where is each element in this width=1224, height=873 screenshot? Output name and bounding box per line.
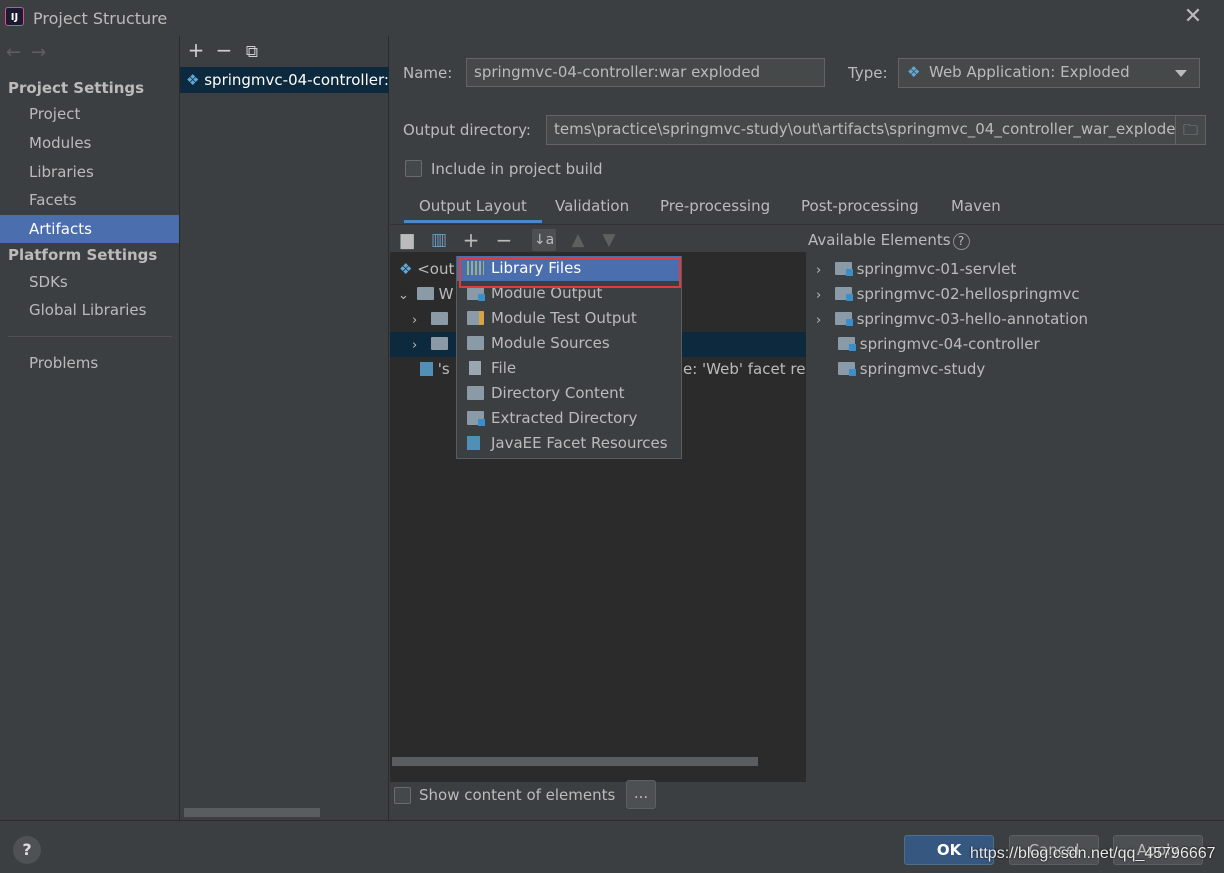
menu-item-extracted-directory[interactable]: Extracted Directory — [457, 406, 681, 431]
nav-item-modules[interactable]: Modules — [0, 129, 179, 157]
menu-item-file[interactable]: File — [457, 356, 681, 381]
module-folder-icon — [838, 337, 856, 351]
help-circle-icon[interactable]: ? — [952, 233, 970, 250]
add-copy-of-icon[interactable]: + — [459, 229, 483, 251]
module-test-output-icon — [467, 311, 484, 325]
tab-pre-processing[interactable]: Pre-processing — [660, 197, 770, 223]
copy-artifact-icon[interactable]: ⧉ — [238, 42, 266, 62]
module-folder-icon — [834, 312, 853, 326]
tab-output-layout[interactable]: Output Layout — [404, 197, 542, 223]
module-folder-icon — [838, 362, 856, 376]
chevron-right-icon: › — [412, 338, 418, 353]
nav-item-artifacts[interactable]: Artifacts — [0, 215, 179, 243]
available-elements-label: Available Elements? — [808, 231, 970, 250]
tab-maven[interactable]: Maven — [951, 197, 1001, 223]
available-item[interactable]: › springmvc-01-servlet — [808, 257, 1016, 282]
artifact-type-select[interactable]: ❖ Web Application: Exploded — [898, 58, 1200, 88]
tab-post-processing[interactable]: Post-processing — [801, 197, 919, 223]
available-item[interactable]: springmvc-study — [808, 357, 985, 382]
module-output-icon — [467, 286, 485, 301]
module-sources-icon — [467, 336, 484, 350]
folder-icon — [416, 287, 434, 300]
available-item[interactable]: springmvc-04-controller — [808, 332, 1040, 357]
file-icon — [469, 361, 481, 375]
javaee-facet-icon — [467, 436, 480, 450]
show-content-checkbox[interactable] — [394, 787, 411, 804]
forward-arrow-icon[interactable]: → — [31, 42, 56, 63]
menu-item-module-test-output[interactable]: Module Test Output — [457, 306, 681, 331]
move-up-icon[interactable]: ▲ — [566, 229, 590, 251]
sort-alphabetically-icon[interactable]: ↓a — [532, 229, 556, 251]
extracted-directory-icon — [467, 411, 485, 426]
nav-history: ←→ — [6, 42, 56, 63]
include-in-build-checkbox[interactable] — [405, 160, 422, 177]
artifacts-list-scrollbar[interactable] — [184, 808, 320, 817]
help-button[interactable]: ? — [13, 836, 41, 864]
remove-artifact-icon[interactable]: − — [210, 38, 238, 62]
artifact-type-value: Web Application: Exploded — [929, 63, 1130, 81]
chevron-right-icon: › — [412, 313, 418, 328]
artifact-list-item-label: springmvc-04-controller:war exploded — [204, 71, 389, 89]
layout-horizontal-scrollbar[interactable] — [392, 757, 758, 766]
back-arrow-icon[interactable]: ← — [6, 42, 31, 63]
output-dir-field[interactable]: tems\practice\springmvc-study\out\artifa… — [546, 115, 1176, 145]
title-bar — [0, 0, 1224, 36]
chevron-right-icon: › — [816, 313, 822, 328]
create-archive-icon[interactable]: ▥ — [427, 229, 451, 251]
module-folder-icon — [834, 287, 853, 301]
platform-settings-header: Platform Settings — [8, 246, 158, 264]
highlight-annotation-box — [459, 257, 681, 288]
artifact-list-item[interactable]: ❖ springmvc-04-controller:war exploded — [180, 67, 389, 93]
show-content-label: Show content of elements — [419, 786, 616, 804]
facet-resources-icon — [420, 362, 433, 376]
nav-item-problems[interactable]: Problems — [0, 349, 179, 377]
nav-item-global-libraries[interactable]: Global Libraries — [0, 296, 179, 324]
menu-item-javaee-facet-resources[interactable]: JavaEE Facet Resources — [457, 431, 681, 456]
available-item[interactable]: › springmvc-03-hello-annotation — [808, 307, 1088, 332]
tabs-divider — [390, 224, 1224, 225]
chevron-right-icon: › — [816, 263, 822, 278]
available-item[interactable]: › springmvc-02-hellospringmvc — [808, 282, 1080, 307]
folder-icon — [430, 337, 448, 350]
web-artifact-icon: ❖ — [186, 71, 200, 89]
intellij-logo-icon: IJ — [5, 7, 24, 26]
tree-row-web-inf[interactable]: ⌄ W — [390, 282, 453, 307]
menu-item-directory-content[interactable]: Directory Content — [457, 381, 681, 406]
type-label: Type: — [848, 64, 888, 82]
web-app-type-icon: ❖ — [907, 63, 921, 81]
remove-element-icon[interactable]: − — [492, 229, 516, 251]
tree-row-output-root[interactable]: ❖ <out — [390, 257, 454, 282]
browse-folder-icon[interactable]: 🗀 — [1176, 115, 1206, 145]
nav-item-sdks[interactable]: SDKs — [0, 268, 179, 296]
output-root-icon: ❖ — [399, 260, 413, 278]
window-title: Project Structure — [33, 9, 168, 28]
module-folder-icon — [834, 262, 853, 276]
include-in-build-label: Include in project build — [431, 160, 603, 178]
close-icon[interactable]: ✕ — [1182, 5, 1204, 29]
project-settings-header: Project Settings — [8, 79, 145, 97]
move-down-icon[interactable]: ▼ — [597, 229, 621, 251]
menu-item-module-sources[interactable]: Module Sources — [457, 331, 681, 356]
nav-item-project[interactable]: Project — [0, 100, 179, 128]
new-directory-icon[interactable]: ▆ — [395, 229, 419, 251]
artifacts-toolbar: + − ⧉ — [182, 38, 266, 62]
folder-icon — [430, 312, 448, 325]
add-artifact-icon[interactable]: + — [182, 38, 210, 62]
directory-content-icon — [467, 386, 484, 400]
nav-item-facets[interactable]: Facets — [0, 186, 179, 214]
chevron-right-icon: › — [816, 288, 822, 303]
nav-divider — [8, 336, 172, 337]
more-options-button[interactable]: ... — [626, 780, 656, 809]
output-dir-label: Output directory: — [403, 121, 531, 139]
tree-row-child-1[interactable]: › — [390, 307, 448, 332]
nav-item-libraries[interactable]: Libraries — [0, 158, 179, 186]
chevron-down-icon — [1175, 70, 1187, 77]
tab-validation[interactable]: Validation — [555, 197, 629, 223]
artifacts-list-panel — [180, 36, 389, 820]
chevron-down-icon: ⌄ — [398, 288, 409, 303]
artifact-name-field[interactable]: springmvc-04-controller:war exploded — [466, 58, 825, 87]
name-label: Name: — [403, 64, 453, 82]
watermark-text: https://blog.csdn.net/qq_45796667 — [970, 845, 1216, 862]
